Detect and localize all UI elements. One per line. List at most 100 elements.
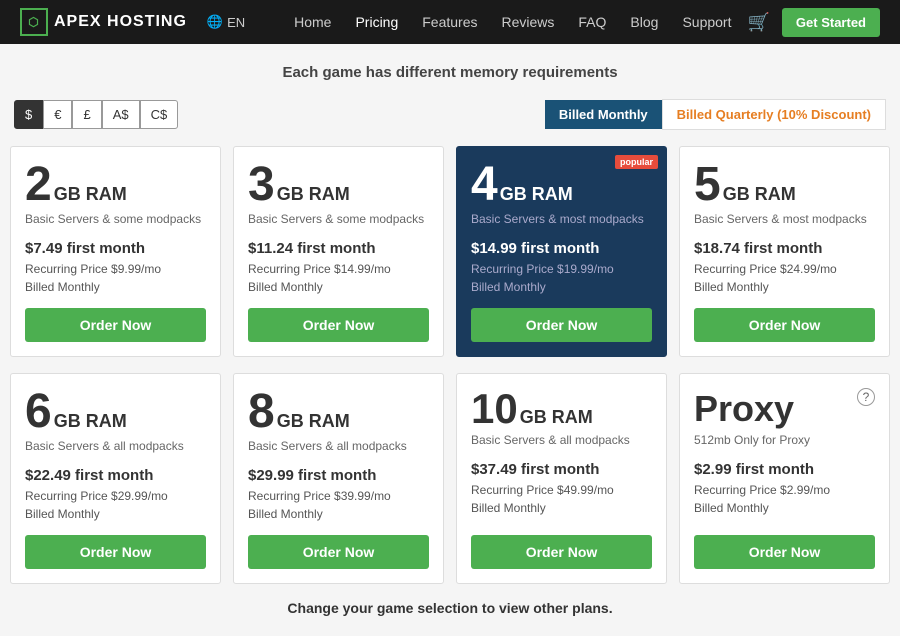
plan-order-button[interactable]: Order Now: [694, 535, 875, 569]
plan-gb-number: 10: [471, 388, 518, 430]
nav-faq[interactable]: FAQ: [578, 14, 606, 30]
plan-gb-label: GB RAM: [277, 411, 350, 432]
navbar: ⬡ APEX HOSTING 🌐 EN Home Pricing Feature…: [0, 0, 900, 44]
plan-gb-number: 6: [25, 388, 52, 436]
plan-recurring: Recurring Price $9.99/mo: [25, 260, 206, 278]
currency-usd[interactable]: $: [14, 100, 43, 129]
currency-eur[interactable]: €: [43, 100, 72, 129]
plan-first-price: $14.99 first month: [471, 240, 652, 257]
plan-billing-note: Billed Monthly: [471, 499, 652, 517]
plan-gb-label: GB RAM: [54, 184, 127, 205]
brand-logo: ⬡ APEX HOSTING: [20, 8, 187, 36]
plan-subtitle: Basic Servers & most modpacks: [471, 211, 652, 228]
plan-price-section: $14.99 first month Recurring Price $19.9…: [471, 240, 652, 296]
plan-price-section: $29.99 first month Recurring Price $39.9…: [248, 467, 429, 523]
cart-icon[interactable]: 🛒: [748, 12, 770, 33]
plan-subtitle: Basic Servers & some modpacks: [248, 211, 429, 228]
plan-gb-label: GB RAM: [54, 411, 127, 432]
plan-header: 3 GB RAM: [248, 161, 429, 209]
nav-support[interactable]: Support: [682, 14, 731, 30]
main-content: Each game has different memory requireme…: [0, 44, 900, 636]
nav-pricing[interactable]: Pricing: [355, 14, 398, 30]
plan-first-price: $7.49 first month: [25, 240, 206, 257]
plan-header: 10 GB RAM: [471, 388, 652, 430]
brand-tagline: HOSTING: [107, 13, 187, 31]
plan-first-price: $11.24 first month: [248, 240, 429, 257]
plan-subtitle: 512mb Only for Proxy: [694, 432, 875, 449]
plan-5gb: 5 GB RAM Basic Servers & most modpacks $…: [679, 146, 890, 357]
plan-first-price: $22.49 first month: [25, 467, 206, 484]
plan-4gb: popular 4 GB RAM Basic Servers & most mo…: [456, 146, 667, 357]
get-started-button[interactable]: Get Started: [782, 8, 880, 37]
currency-gbp[interactable]: £: [72, 100, 101, 129]
plan-order-button[interactable]: Order Now: [471, 535, 652, 569]
nav-home[interactable]: Home: [294, 14, 331, 30]
plan-billing-note: Billed Monthly: [471, 278, 652, 296]
plan-first-price: $18.74 first month: [694, 240, 875, 257]
currency-cad[interactable]: C$: [140, 100, 179, 129]
logo-box: ⬡: [20, 8, 48, 36]
plan-first-price: $2.99 first month: [694, 461, 875, 478]
plan-10gb: 10 GB RAM Basic Servers & all modpacks $…: [456, 373, 667, 584]
plan-price-section: $37.49 first month Recurring Price $49.9…: [471, 461, 652, 523]
currency-aud[interactable]: A$: [102, 100, 140, 129]
plan-recurring: Recurring Price $14.99/mo: [248, 260, 429, 278]
plan-recurring: Recurring Price $39.99/mo: [248, 487, 429, 505]
plan-8gb: 8 GB RAM Basic Servers & all modpacks $2…: [233, 373, 444, 584]
plan-recurring: Recurring Price $49.99/mo: [471, 481, 652, 499]
plan-billing-note: Billed Monthly: [694, 499, 875, 517]
plan-first-price: $29.99 first month: [248, 467, 429, 484]
plan-header: 8 GB RAM: [248, 388, 429, 436]
plan-subtitle: Basic Servers & all modpacks: [25, 438, 206, 455]
pricing-grid-row1: 2 GB RAM Basic Servers & some modpacks $…: [10, 146, 890, 357]
plan-gb-label: GB RAM: [500, 184, 573, 205]
billing-quarterly-button[interactable]: Billed Quarterly (10% Discount): [662, 99, 886, 130]
plan-gb-number: 3: [248, 161, 275, 209]
plan-subtitle: Basic Servers & all modpacks: [248, 438, 429, 455]
proxy-help-icon[interactable]: ?: [857, 388, 875, 406]
plan-recurring: Recurring Price $19.99/mo: [471, 260, 652, 278]
plan-subtitle: Basic Servers & most modpacks: [694, 211, 875, 228]
plan-price-section: $22.49 first month Recurring Price $29.9…: [25, 467, 206, 523]
language-selector[interactable]: 🌐 EN: [207, 14, 245, 30]
plan-recurring: Recurring Price $29.99/mo: [25, 487, 206, 505]
plan-order-button[interactable]: Order Now: [248, 308, 429, 342]
nav-blog[interactable]: Blog: [630, 14, 658, 30]
plan-order-button[interactable]: Order Now: [471, 308, 652, 342]
plan-header: 2 GB RAM: [25, 161, 206, 209]
plan-billing-note: Billed Monthly: [25, 505, 206, 523]
pricing-grid-row2: 6 GB RAM Basic Servers & all modpacks $2…: [10, 373, 890, 584]
plan-billing-note: Billed Monthly: [248, 278, 429, 296]
plan-header: 5 GB RAM: [694, 161, 875, 209]
billing-monthly-button[interactable]: Billed Monthly: [545, 100, 662, 129]
plan-first-price: $37.49 first month: [471, 461, 652, 478]
plan-billing-note: Billed Monthly: [248, 505, 429, 523]
plan-header: Proxy: [694, 388, 875, 430]
plan-recurring: Recurring Price $24.99/mo: [694, 260, 875, 278]
language-label: EN: [227, 15, 245, 30]
plan-header: 6 GB RAM: [25, 388, 206, 436]
plan-order-button[interactable]: Order Now: [248, 535, 429, 569]
plan-order-button[interactable]: Order Now: [25, 308, 206, 342]
plan-subtitle: Basic Servers & all modpacks: [471, 432, 652, 449]
options-row: $ € £ A$ C$ Billed Monthly Billed Quarte…: [10, 99, 890, 130]
plan-proxy-title: Proxy: [694, 388, 794, 430]
plan-recurring: Recurring Price $2.99/mo: [694, 481, 875, 499]
plan-price-section: $7.49 first month Recurring Price $9.99/…: [25, 240, 206, 296]
brand-name: APEX: [54, 13, 102, 31]
main-nav: Home Pricing Features Reviews FAQ Blog S…: [294, 14, 731, 30]
plan-billing-note: Billed Monthly: [25, 278, 206, 296]
plan-3gb: 3 GB RAM Basic Servers & some modpacks $…: [233, 146, 444, 357]
plan-order-button[interactable]: Order Now: [694, 308, 875, 342]
plan-billing-note: Billed Monthly: [694, 278, 875, 296]
popular-badge: popular: [615, 155, 658, 169]
plan-gb-number: 4: [471, 161, 498, 209]
nav-reviews[interactable]: Reviews: [502, 14, 555, 30]
nav-features[interactable]: Features: [422, 14, 477, 30]
page-subtitle: Each game has different memory requireme…: [10, 64, 890, 81]
currency-selector: $ € £ A$ C$: [14, 100, 178, 129]
plan-price-section: $18.74 first month Recurring Price $24.9…: [694, 240, 875, 296]
plan-gb-number: 5: [694, 161, 721, 209]
plan-price-section: $11.24 first month Recurring Price $14.9…: [248, 240, 429, 296]
plan-order-button[interactable]: Order Now: [25, 535, 206, 569]
